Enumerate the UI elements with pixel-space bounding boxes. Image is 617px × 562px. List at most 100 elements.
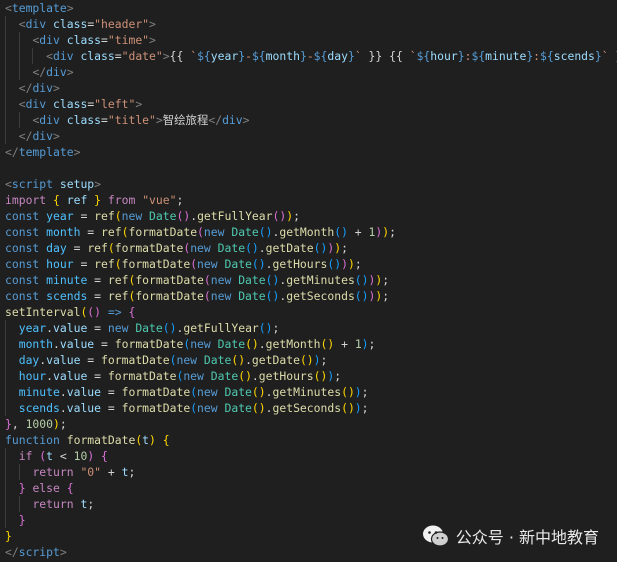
indent-guide — [5, 80, 6, 96]
code-line: const scends = ref(formatDate(new Date()… — [0, 288, 617, 304]
code-token: new — [183, 369, 204, 383]
indent-guide — [5, 512, 6, 528]
code-token: new — [203, 225, 225, 239]
code-token: ref — [87, 241, 108, 255]
code-token: + — [334, 337, 355, 351]
code-token: day — [18, 353, 40, 367]
code-token: ) — [347, 257, 355, 271]
code-token: ) — [361, 337, 369, 351]
code-token: = — [114, 49, 122, 63]
code-token: new — [121, 209, 143, 223]
code-token: ) — [245, 369, 252, 383]
code-token: { — [128, 305, 136, 319]
code-token: } — [5, 529, 12, 543]
code-token: . — [258, 337, 266, 351]
code-token: = — [87, 369, 108, 383]
code-token: => — [107, 305, 122, 319]
code-token: { — [162, 433, 170, 447]
code-token: = — [87, 273, 108, 287]
code-token: formatDate — [121, 257, 191, 271]
code-token: Date — [224, 257, 252, 271]
code-line: const minute = ref(formatDate(new Date()… — [0, 272, 617, 288]
code-token: ref — [66, 193, 88, 207]
code-token: ) — [341, 225, 348, 239]
wechat-icon — [422, 525, 449, 547]
indent-guide — [5, 96, 6, 112]
code-token: } — [5, 417, 12, 431]
code-token: ; — [382, 289, 390, 303]
code-token: ( — [313, 369, 321, 383]
code-token: ` — [354, 49, 362, 63]
code-token: </ — [5, 545, 19, 559]
code-line: const month = ref(formatDate(new Date().… — [0, 224, 617, 240]
code-token: { — [53, 193, 60, 207]
code-token: "0" — [80, 465, 102, 479]
code-token: Date — [203, 353, 232, 367]
code-token: ( — [245, 241, 252, 255]
indent-guide — [5, 400, 6, 416]
code-token: new — [197, 385, 218, 399]
code-token: {{ — [169, 49, 191, 63]
code-token: ${ — [251, 49, 266, 63]
code-token: minute — [46, 273, 88, 287]
code-token: ref — [107, 289, 129, 303]
code-token: return — [32, 497, 74, 511]
code-token: class — [66, 113, 102, 127]
code-token: ) — [265, 321, 273, 335]
code-line: function formatDate(t) { — [0, 432, 617, 448]
code-token: > — [59, 545, 67, 559]
code-token: const — [5, 289, 40, 303]
code-editor[interactable]: <template> <div class="header"> <div cla… — [0, 0, 617, 562]
code-token: ) — [347, 385, 355, 399]
code-token: ) — [265, 225, 273, 239]
code-token: ` — [601, 49, 609, 63]
code-token: ( — [251, 385, 259, 399]
code-token: ; — [59, 417, 67, 431]
code-token: day — [46, 241, 67, 255]
code-token: const — [5, 225, 40, 239]
code-token: ( — [245, 337, 252, 351]
watermark-text: 公众号 · 新中地教育 — [455, 528, 599, 547]
indent-guide — [5, 448, 6, 464]
code-token: const — [5, 257, 40, 271]
indent-guide — [5, 336, 6, 352]
code-token: ; — [320, 353, 328, 367]
code-token: , — [11, 417, 26, 431]
code-token: 1 — [354, 337, 362, 351]
code-token: ( — [265, 273, 273, 287]
code-token: scends — [553, 49, 595, 63]
code-token: new — [197, 401, 218, 415]
code-token: template — [18, 145, 74, 159]
code-line: hour.value = formatDate(new Date().getHo… — [0, 368, 617, 384]
code-token: ; — [341, 241, 348, 255]
code-token: ( — [197, 225, 204, 239]
code-token: new — [197, 257, 218, 271]
code-token: new — [210, 289, 232, 303]
code-token: ${ — [197, 49, 211, 63]
code-token: ) — [313, 353, 321, 367]
code-token: ${ — [313, 49, 328, 63]
code-line: <div class="header"> — [0, 16, 617, 32]
code-token: < — [5, 1, 12, 15]
code-token: . — [245, 353, 252, 367]
code-token: class — [53, 17, 88, 31]
code-token: setInterval — [5, 305, 81, 319]
code-token: month — [46, 225, 81, 239]
code-token: </ — [32, 65, 47, 79]
code-token: ; — [361, 385, 369, 399]
code-token: getHours — [272, 257, 328, 271]
code-token: > — [53, 81, 60, 95]
code-token: ) — [361, 289, 369, 303]
code-token: Date — [210, 369, 239, 383]
code-token: div — [39, 113, 60, 127]
code-token: getHours — [258, 369, 314, 383]
code-token: ) — [251, 337, 259, 351]
